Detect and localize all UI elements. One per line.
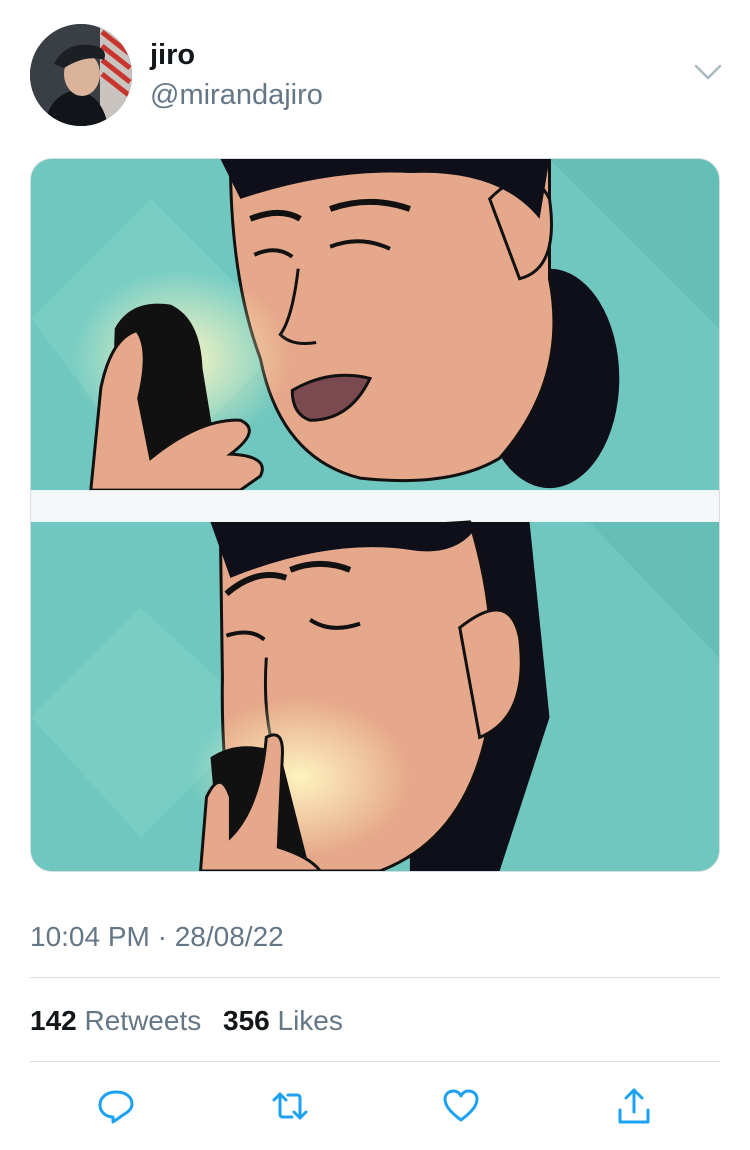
likes-stat[interactable]: 356 Likes (223, 1005, 343, 1036)
divider-top (30, 977, 720, 978)
more-options-chevron-icon[interactable] (692, 60, 724, 84)
tweet-stats: 142 Retweets 356 Likes (30, 1004, 357, 1038)
like-icon[interactable] (437, 1082, 485, 1130)
share-icon[interactable] (610, 1082, 658, 1130)
retweets-label: Retweets (84, 1005, 202, 1036)
author-handle[interactable]: @mirandajiro (150, 78, 323, 112)
author-name[interactable]: jiro (150, 38, 195, 72)
retweets-stat[interactable]: 142 Retweets (30, 1005, 201, 1036)
tweet-media-image[interactable] (30, 158, 720, 872)
panel-divider (31, 490, 719, 522)
retweets-count: 142 (30, 1005, 77, 1036)
tweet-timestamp[interactable]: 10:04 PM · 28/08/22 (30, 920, 284, 954)
reply-icon[interactable] (92, 1082, 140, 1130)
likes-count: 356 (223, 1005, 270, 1036)
divider-bottom (30, 1061, 720, 1062)
tweet-action-bar (0, 1082, 750, 1130)
retweet-icon[interactable] (266, 1082, 314, 1130)
likes-label: Likes (277, 1005, 343, 1036)
meme-illustration (31, 159, 719, 871)
bottom-panel (31, 520, 719, 871)
avatar[interactable] (30, 24, 132, 126)
avatar-photo (30, 24, 132, 126)
top-panel (31, 159, 719, 492)
